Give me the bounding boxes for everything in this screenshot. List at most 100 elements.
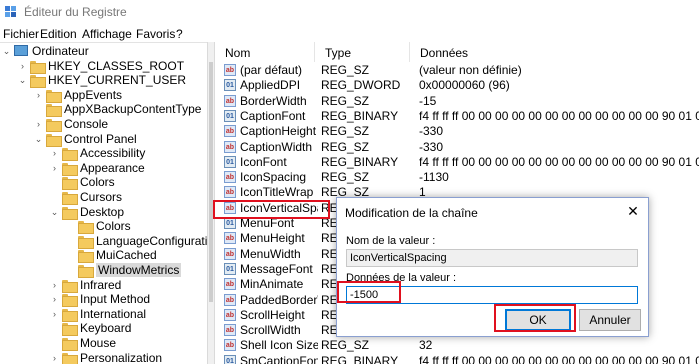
folder-icon (46, 133, 62, 147)
tree-item[interactable]: › Appearance (0, 160, 207, 176)
string-value-icon: ab (224, 324, 236, 337)
tree-item[interactable]: AppXBackupContentType (0, 102, 207, 118)
value-type: REG_SZ (321, 93, 370, 108)
binary-value-icon: 01 (224, 155, 236, 168)
value-name: SmCaptionFont (240, 353, 318, 364)
binary-value-icon: 01 (224, 354, 236, 364)
value-name: MenuHeight (240, 231, 305, 246)
value-type: REG_SZ (321, 338, 370, 353)
chevron-right-icon[interactable]: › (50, 148, 59, 158)
tree-item[interactable]: ⌄ HKEY_CURRENT_USER (0, 73, 207, 89)
tree-item[interactable]: › Accessibility (0, 146, 207, 162)
registry-tree[interactable]: ⌄ Ordinateur › HKEY_CLASSES_ROOT ⌄ HKEY_CURRE… (0, 42, 207, 364)
menu-edition[interactable]: Edition (40, 27, 77, 41)
string-value-icon: ab (224, 125, 236, 138)
value-data: f4 ff ff ff 00 00 00 00 00 00 00 00 00 0… (419, 353, 699, 364)
chevron-right-icon[interactable]: › (50, 280, 59, 290)
tree-item[interactable]: › Input Method (0, 292, 207, 308)
value-data: -330 (419, 139, 444, 154)
chevron-right-icon[interactable]: › (50, 309, 59, 319)
cancel-button[interactable]: Annuler (579, 309, 641, 331)
tree-item[interactable]: › HKEY_CLASSES_ROOT (0, 59, 207, 74)
folder-icon (30, 60, 46, 74)
tree-item[interactable]: › AppEvents (0, 88, 207, 103)
tree-item-label: Infrared (80, 277, 122, 292)
tree-item[interactable]: Colors (0, 175, 207, 191)
value-data: 0x00000060 (96) (419, 78, 510, 93)
chevron-right-icon[interactable]: › (50, 163, 59, 173)
menu-affichage[interactable]: Affichage (82, 27, 132, 41)
chevron-right-icon[interactable]: › (50, 353, 59, 363)
folder-icon (46, 89, 62, 103)
value-row[interactable]: 01 AppliedDPI REG_DWORD 0x00000060 (96) (215, 78, 700, 93)
value-row[interactable]: 01 CaptionFont REG_BINARY f4 ff ff ff 00 00… (215, 109, 700, 124)
value-type: REG_BINARY (321, 108, 399, 123)
tree-item-label: Accessibility (80, 146, 146, 161)
chevron-down-icon[interactable]: ⌄ (2, 46, 11, 56)
column-header-data[interactable]: Données (410, 42, 700, 62)
title-bar: Éditeur du Registre (0, 0, 700, 24)
chevron-right-icon[interactable]: › (34, 119, 43, 129)
string-value-icon: ab (224, 247, 236, 260)
value-data: f4 ff ff ff 00 00 00 00 00 00 00 00 00 0… (419, 108, 699, 123)
chevron-right-icon[interactable]: › (34, 90, 43, 100)
tree-item-label: Input Method (80, 292, 151, 307)
folder-icon (78, 235, 94, 249)
menu-favoris[interactable]: Favoris (136, 27, 175, 41)
value-data: -15 (419, 93, 437, 108)
chevron-down-icon[interactable]: ⌄ (34, 134, 43, 144)
tree-item[interactable]: ⌄ Ordinateur (0, 44, 207, 58)
column-header-type[interactable]: Type (315, 42, 410, 62)
tree-item[interactable]: WindowMetrics (0, 263, 207, 278)
value-row[interactable]: ab CaptionHeight REG_SZ -330 (215, 124, 700, 139)
tree-item[interactable]: ⌄ Desktop (0, 204, 207, 220)
tree-item-label: Console (64, 117, 109, 131)
menu-help[interactable]: ? (176, 27, 183, 41)
value-row[interactable]: ab IconSpacing REG_SZ -1130 (215, 170, 700, 185)
tree-item[interactable]: MuiCached (0, 248, 207, 264)
tree-item[interactable]: Cursors (0, 190, 207, 205)
tree-item[interactable]: ⌄ Control Panel (0, 132, 207, 147)
value-type: REG_SZ (321, 124, 370, 139)
chevron-right-icon[interactable]: › (50, 294, 59, 304)
tree-item[interactable]: › Personalization (0, 351, 207, 364)
value-row[interactable]: 01 SmCaptionFont REG_BINARY f4 ff ff ff 00 … (215, 354, 700, 364)
value-name: CaptionHeight (240, 124, 317, 139)
chevron-right-icon[interactable]: › (18, 61, 27, 71)
menu-bar: Fichier Edition Affichage Favoris ? (0, 24, 700, 42)
tree-item[interactable]: › International (0, 307, 207, 322)
scrollbar-thumb[interactable] (209, 62, 213, 302)
chevron-down-icon[interactable]: ⌄ (18, 75, 27, 85)
tree-item-label: Mouse (80, 336, 117, 350)
tree-item-label: Colors (96, 219, 131, 234)
tree-item-label: Desktop (80, 204, 125, 219)
value-row[interactable]: ab BorderWidth REG_SZ -15 (215, 94, 700, 109)
edit-string-dialog: Modification de la chaîne ✕ Nom de la va… (336, 197, 649, 337)
tree-item-label: Personalization (80, 350, 163, 364)
value-name: PaddedBorderW... (240, 292, 318, 307)
regedit-icon (4, 5, 18, 19)
tree-item[interactable]: Mouse (0, 336, 207, 351)
value-row[interactable]: ab CaptionWidth REG_SZ -330 (215, 140, 700, 155)
value-row[interactable]: 01 IconFont REG_BINARY f4 ff ff ff 00 00 00… (215, 155, 700, 170)
value-data: (valeur non définie) (419, 63, 522, 77)
value-type: REG_SZ (321, 63, 370, 77)
close-icon[interactable]: ✕ (623, 202, 643, 220)
binary-value-icon: 01 (224, 109, 236, 122)
tree-item-label: WindowMetrics (96, 263, 182, 277)
value-name: IconTitleWrap (240, 185, 314, 200)
tree-item[interactable]: › Infrared (0, 277, 207, 293)
window-title: Éditeur du Registre (24, 5, 127, 19)
tree-item[interactable]: › Console (0, 117, 207, 132)
chevron-down-icon[interactable]: ⌄ (50, 207, 59, 217)
tree-item[interactable]: Keyboard (0, 321, 207, 337)
value-name: ScrollWidth (240, 323, 301, 338)
column-header-name[interactable]: Nom (215, 42, 315, 62)
tree-item[interactable]: LanguageConfiguration (0, 234, 207, 249)
tree-item[interactable]: Colors (0, 219, 207, 235)
value-row[interactable]: ab Shell Icon Size REG_SZ 32 (215, 338, 700, 353)
folder-icon (62, 352, 78, 364)
value-row[interactable]: ab (par défaut) REG_SZ (valeur non définie) (215, 63, 700, 78)
menu-fichier[interactable]: Fichier (3, 27, 39, 41)
tree-item-label: Appearance (80, 160, 145, 175)
